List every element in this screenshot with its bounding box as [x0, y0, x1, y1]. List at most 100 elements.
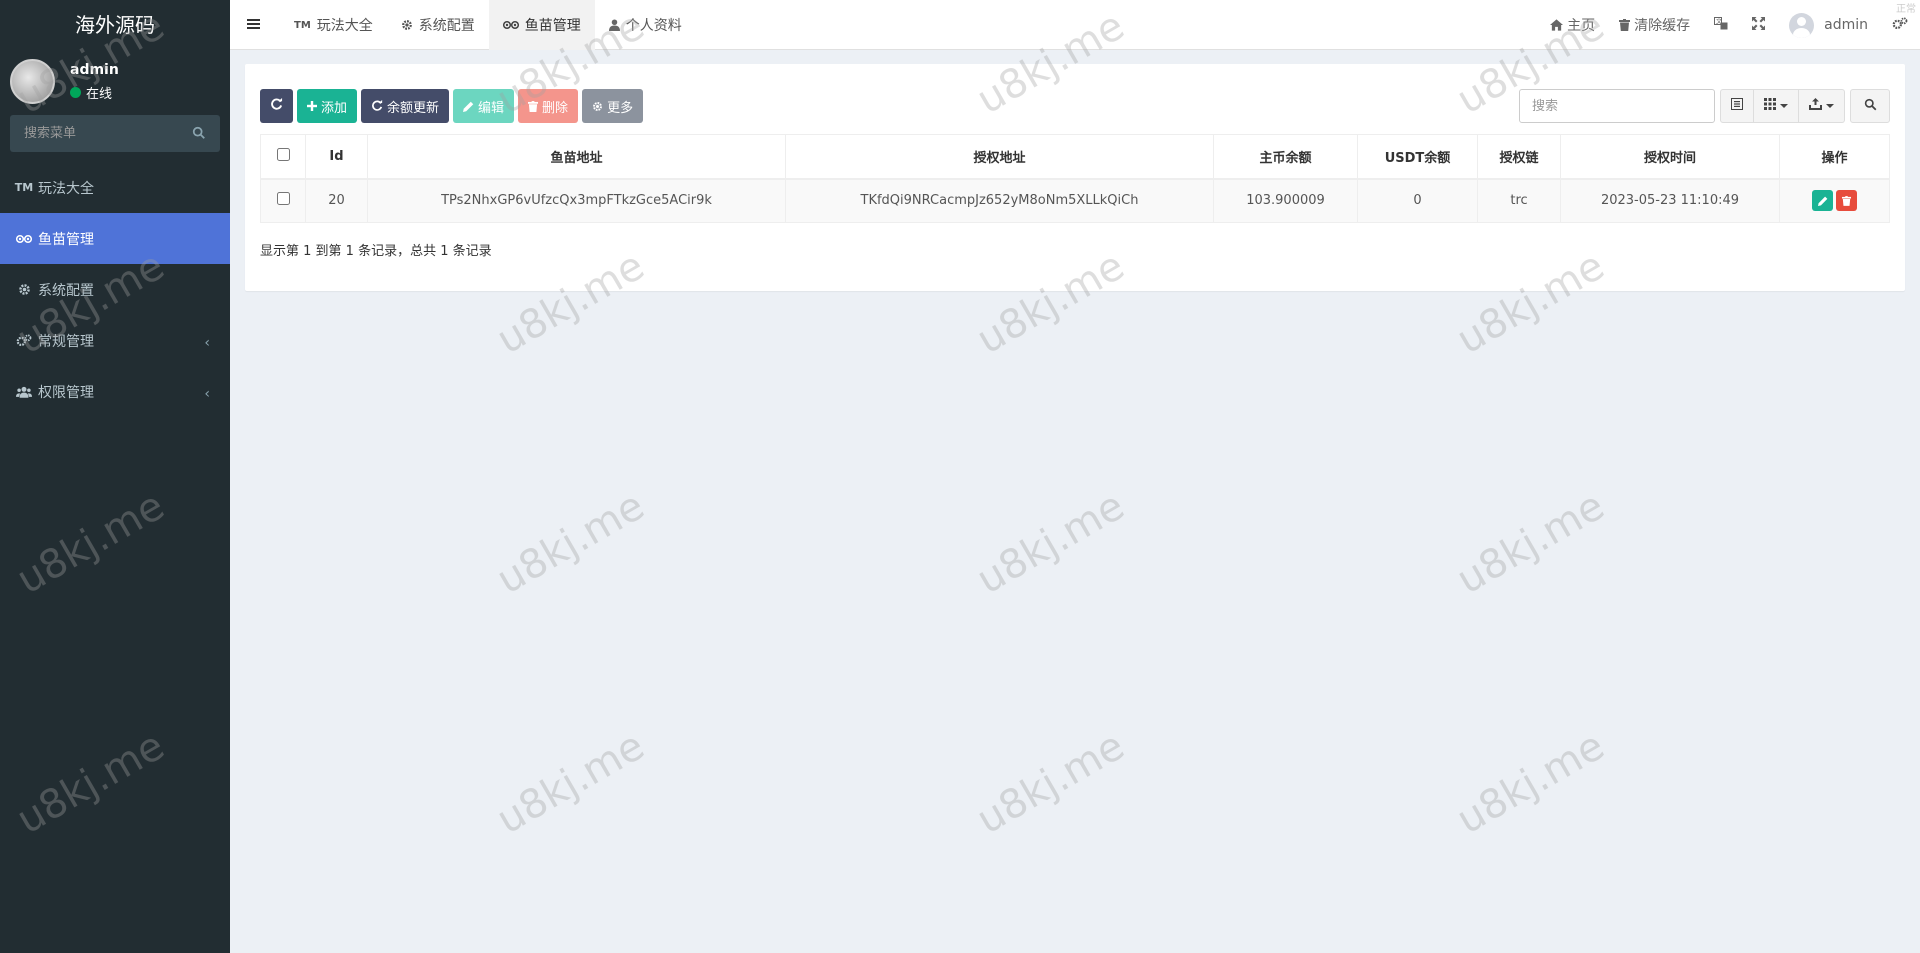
tab-label: 系统配置	[418, 18, 475, 34]
edit-label: 编辑	[478, 100, 505, 116]
cogs-icon	[16, 334, 32, 347]
language-button[interactable]: 文	[1702, 0, 1740, 50]
user-status-label: 在线	[86, 87, 113, 102]
column-header-auth-time[interactable]: 授权时间	[1560, 134, 1780, 180]
user-icon	[608, 19, 620, 31]
fullscreen-icon	[1752, 16, 1766, 34]
more-button[interactable]: 更多	[582, 89, 644, 123]
export-icon	[1809, 98, 1822, 114]
watermark: u8kj.me	[1449, 722, 1613, 844]
language-icon: 文	[1714, 16, 1728, 34]
cell-id: 20	[305, 178, 368, 223]
column-header-usdt-balance[interactable]: USDT余额	[1357, 134, 1478, 180]
refresh-icon	[270, 97, 283, 115]
tm-icon: TM	[294, 19, 311, 31]
tab-bar: TM 玩法大全 系统配置 鱼苗管理 个人资料	[280, 0, 696, 50]
avatar	[1789, 12, 1815, 38]
pagination-info: 显示第 1 到第 1 条记录，总共 1 条记录	[260, 244, 492, 259]
app-logo[interactable]: 海外源码	[0, 0, 230, 50]
refresh-button[interactable]	[260, 89, 293, 123]
column-header-id[interactable]: Id	[305, 134, 368, 180]
row-edit-button[interactable]	[1812, 190, 1833, 212]
toggle-view-button[interactable]	[1720, 89, 1754, 123]
sidebar-search-input[interactable]	[10, 115, 220, 152]
tab-label: 玩法大全	[316, 18, 373, 34]
tab-system-config[interactable]: 系统配置	[387, 0, 489, 50]
table-search-input[interactable]	[1519, 89, 1715, 123]
table-view-buttons	[1720, 89, 1845, 123]
columns-button[interactable]	[1754, 89, 1799, 123]
grid-icon	[1764, 98, 1776, 114]
sidebar-item-gameplay[interactable]: TM 玩法大全	[0, 162, 230, 213]
table-header-row: Id 鱼苗地址 授权地址 主币余额 USDT余额 授权链 授权时间 操作	[260, 134, 1890, 180]
watermark: u8kj.me	[1449, 482, 1613, 604]
gear-icon	[16, 283, 32, 296]
home-button[interactable]: 主页	[1538, 0, 1607, 50]
sidebar: 海外源码 admin 在线 TM 玩法大全 鱼苗管理 系	[0, 0, 230, 953]
advanced-search-button[interactable]	[1850, 89, 1890, 123]
row-delete-button[interactable]	[1836, 190, 1857, 212]
chevron-left-icon: ‹	[204, 335, 210, 351]
table-row[interactable]: 20 TPs2NhxGP6vUfzcQx3mpFTkzGce5ACir9k TK…	[260, 178, 1890, 223]
online-dot-icon	[70, 87, 81, 98]
cell-main-balance: 103.900009	[1213, 178, 1358, 223]
cell-actions	[1779, 178, 1890, 223]
content-panel: 添加 余额更新 编辑 删除 更多 搜索 Id 鱼苗地址 授权地址 主币余额 US…	[245, 64, 1905, 291]
tm-icon: TM	[14, 181, 34, 194]
add-label: 添加	[321, 100, 348, 116]
hamburger-menu-icon[interactable]	[246, 15, 262, 33]
cell-auth-address: TKfdQi9NRCacmpJz652yM8oNm5XLLkQiCh	[785, 178, 1214, 223]
select-all-checkbox[interactable]	[276, 147, 290, 161]
table-tools	[1519, 89, 1890, 123]
pencil-icon	[1817, 196, 1827, 206]
clear-cache-button[interactable]: 清除缓存	[1607, 0, 1702, 50]
sidebar-item-label: 常规管理	[38, 333, 94, 350]
column-header-auth-address[interactable]: 授权地址	[785, 134, 1214, 180]
column-header-chain[interactable]: 授权链	[1477, 134, 1561, 180]
column-header-actions: 操作	[1779, 134, 1890, 180]
sidebar-item-general[interactable]: 常规管理 ‹	[0, 315, 230, 366]
watermark: u8kj.me	[489, 722, 653, 844]
sidebar-item-fish[interactable]: 鱼苗管理	[0, 213, 230, 264]
pencil-icon	[463, 101, 474, 112]
tab-profile[interactable]: 个人资料	[595, 0, 696, 50]
sidebar-item-label: 玩法大全	[38, 180, 94, 197]
tab-gameplay[interactable]: TM 玩法大全	[280, 0, 387, 50]
balance-update-label: 余额更新	[387, 100, 440, 116]
row-actions	[1812, 190, 1857, 212]
tripadvisor-icon	[16, 234, 32, 244]
users-icon	[16, 386, 32, 398]
balance-update-button[interactable]: 余额更新	[361, 89, 450, 123]
search-icon[interactable]	[192, 126, 206, 140]
add-button[interactable]: 添加	[297, 89, 358, 123]
sidebar-item-label: 系统配置	[38, 282, 94, 299]
sidebar-item-permissions[interactable]: 权限管理 ‹	[0, 366, 230, 417]
tab-label: 鱼苗管理	[524, 18, 581, 34]
tab-fish[interactable]: 鱼苗管理	[488, 0, 595, 50]
column-header-fish-address[interactable]: 鱼苗地址	[367, 134, 786, 180]
edit-button[interactable]: 编辑	[453, 89, 515, 123]
cell-chain: trc	[1477, 178, 1561, 223]
row-checkbox[interactable]	[276, 192, 290, 206]
user-menu[interactable]: admin	[1777, 0, 1880, 50]
home-label: 主页	[1567, 18, 1596, 34]
delete-label: 删除	[542, 100, 569, 116]
cell-fish-address: TPs2NhxGP6vUfzcQx3mpFTkzGce5ACir9k	[367, 178, 786, 223]
delete-button[interactable]: 删除	[518, 89, 579, 123]
fish-table: Id 鱼苗地址 授权地址 主币余额 USDT余额 授权链 授权时间 操作 20 …	[260, 134, 1890, 223]
sidebar-item-system-config[interactable]: 系统配置	[0, 264, 230, 315]
toolbar: 添加 余额更新 编辑 删除 更多	[260, 89, 644, 123]
chevron-down-icon	[1780, 104, 1788, 108]
trash-icon	[1619, 19, 1631, 31]
export-button[interactable]	[1799, 89, 1845, 123]
sidebar-search	[10, 115, 220, 152]
row-select-cell	[260, 178, 306, 223]
trash-icon	[528, 100, 539, 112]
column-header-main-balance[interactable]: 主币余额	[1213, 134, 1358, 180]
top-header: TM 玩法大全 系统配置 鱼苗管理 个人资料 主页 清除缓存 文 admin 正…	[230, 0, 1920, 50]
avatar	[10, 59, 55, 104]
svg-text:文: 文	[1716, 17, 1722, 25]
fullscreen-button[interactable]	[1740, 0, 1777, 50]
watermark: u8kj.me	[969, 482, 1133, 604]
header-actions: 主页 清除缓存 文 admin	[1538, 0, 1920, 50]
